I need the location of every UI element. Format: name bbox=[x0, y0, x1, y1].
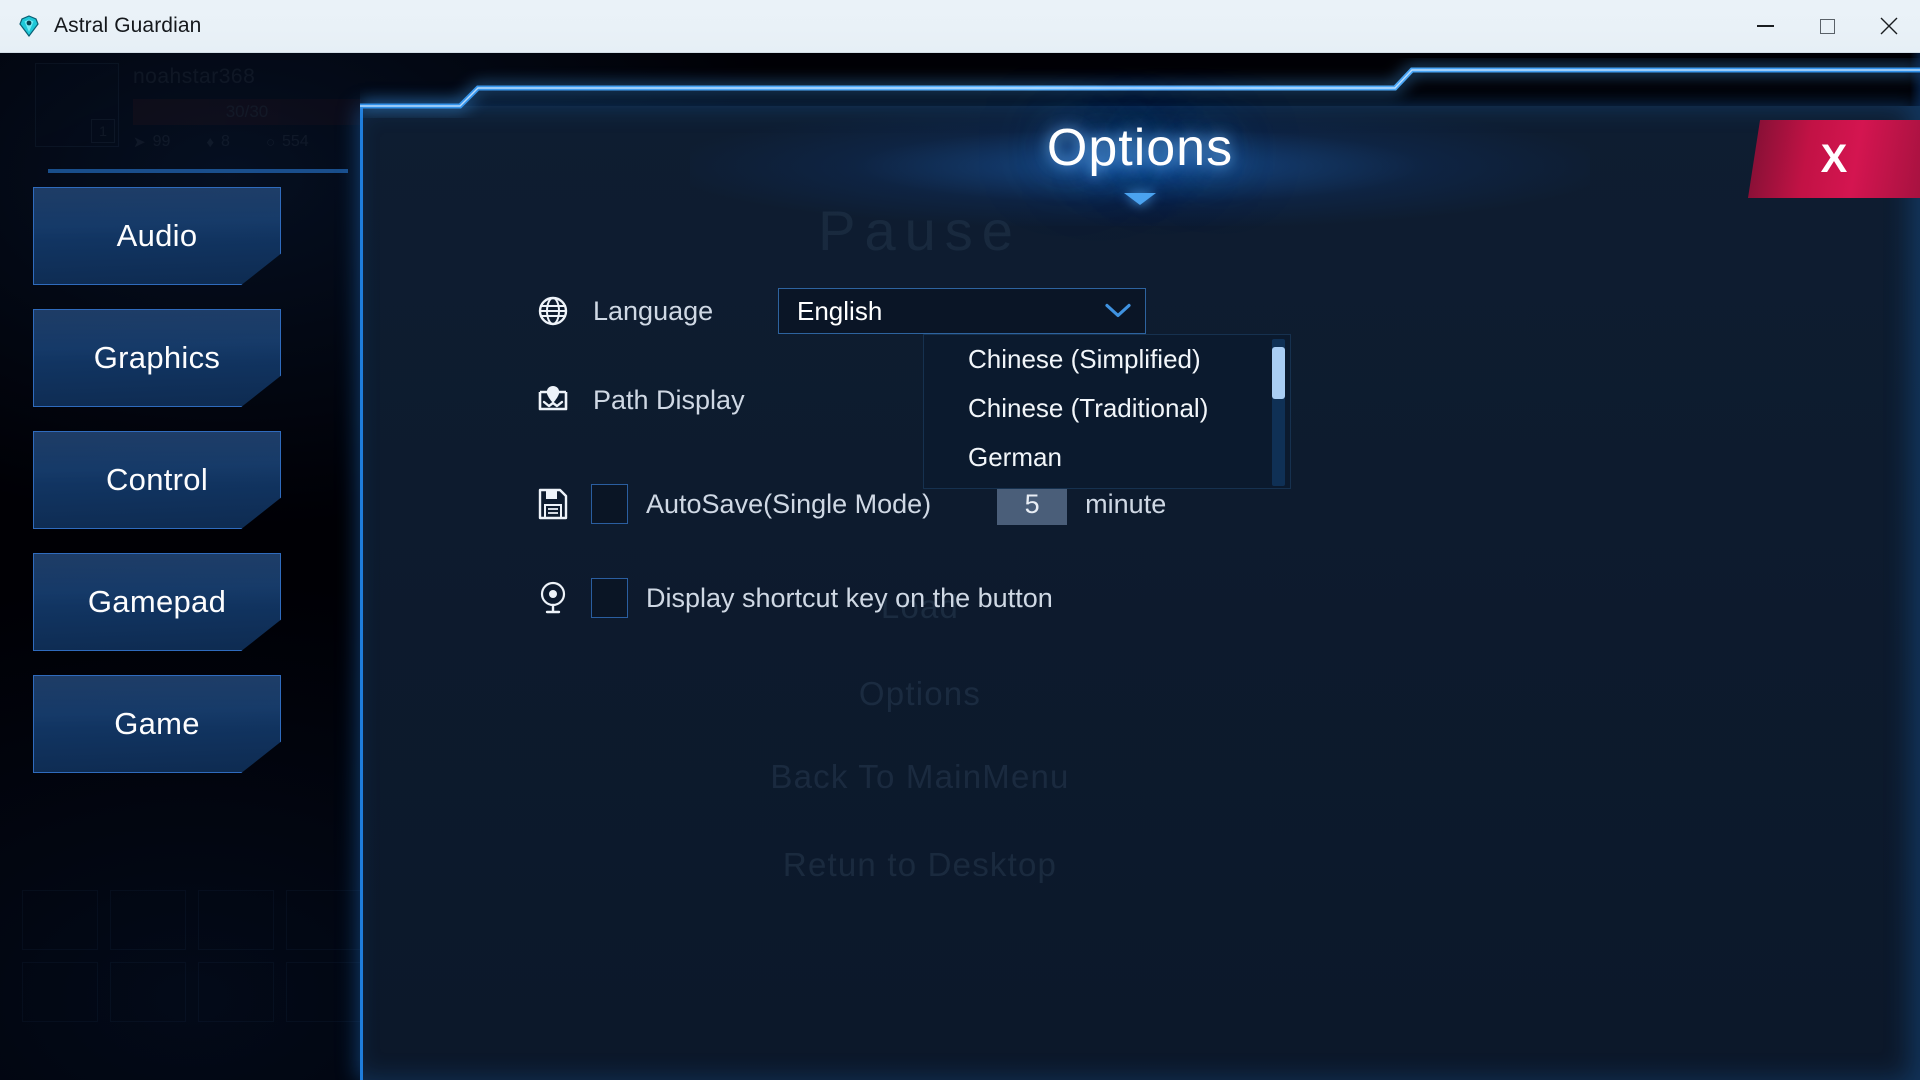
sidebar-item-game[interactable]: Game bbox=[33, 675, 281, 773]
autosave-checkbox[interactable] bbox=[591, 484, 628, 524]
hud-slot bbox=[22, 890, 98, 950]
speed-icon: ➤ bbox=[133, 134, 146, 151]
minimize-icon bbox=[1756, 25, 1774, 27]
floppy-save-icon bbox=[535, 486, 571, 522]
setting-row-path-display: Path Display bbox=[535, 382, 745, 418]
app-icon bbox=[16, 13, 42, 39]
autosave-interval-value: 5 bbox=[1024, 488, 1040, 519]
player-name: noahstar368 bbox=[133, 65, 256, 88]
player-level: 1 bbox=[91, 119, 115, 143]
hud-slot bbox=[198, 890, 274, 950]
window-title: Astral Guardian bbox=[54, 14, 202, 37]
maximize-button[interactable] bbox=[1796, 0, 1858, 52]
autosave-interval-stepper[interactable]: 5 bbox=[997, 483, 1068, 525]
window-titlebar: Astral Guardian bbox=[0, 0, 1920, 53]
minimize-button[interactable] bbox=[1734, 0, 1796, 52]
health-bar: 30/30 bbox=[133, 99, 361, 125]
sidebar-item-label: Gamepad bbox=[87, 584, 227, 619]
stat-coin-value: 554 bbox=[282, 133, 309, 150]
sidebar-item-gamepad[interactable]: Gamepad bbox=[33, 553, 281, 651]
options-form: Language English Path Display AutoSave(S… bbox=[360, 58, 1920, 1080]
stat-armor: ♦ 8 bbox=[206, 133, 230, 151]
setting-row-language: Language English bbox=[535, 288, 1146, 334]
autosave-interval-unit: minute bbox=[1085, 488, 1167, 519]
hud-divider bbox=[48, 169, 348, 173]
sidebar-item-label: Game bbox=[114, 706, 200, 741]
hud-inventory bbox=[10, 880, 370, 1080]
globe-icon bbox=[535, 293, 571, 329]
screen-root: Astral Guardian 1 noahstar368 30/30 ➤ 99 bbox=[0, 0, 1920, 1080]
hud-slot bbox=[286, 962, 362, 1022]
dropdown-scrollbar-thumb[interactable] bbox=[1272, 347, 1285, 399]
hud-slot bbox=[110, 890, 186, 950]
chevron-down-icon bbox=[1105, 303, 1131, 318]
language-select[interactable]: English bbox=[778, 288, 1146, 334]
options-dialog: Pause Load Options Back To MainMenu Retu… bbox=[360, 58, 1920, 1080]
stat-coin: ○ 554 bbox=[266, 133, 309, 151]
language-option-chinese-traditional[interactable]: Chinese (Traditional) bbox=[924, 384, 1290, 433]
sidebar-item-audio[interactable]: Audio bbox=[33, 187, 281, 285]
setting-row-shortcut-key: Display shortcut key on the button bbox=[535, 578, 1053, 618]
player-stats: ➤ 99 ♦ 8 ○ 554 bbox=[133, 133, 373, 151]
coin-icon: ○ bbox=[265, 133, 275, 151]
sidebar-item-label: Control bbox=[105, 462, 209, 497]
sidebar-item-label: Graphics bbox=[93, 340, 221, 375]
path-display-label: Path Display bbox=[593, 384, 745, 415]
sidebar-item-label: Audio bbox=[116, 218, 198, 253]
language-selected-value: English bbox=[797, 295, 883, 326]
key-indicator-icon bbox=[535, 580, 571, 616]
sidebar-item-control[interactable]: Control bbox=[33, 431, 281, 529]
hud-slot bbox=[286, 890, 362, 950]
language-option-chinese-simplified[interactable]: Chinese (Simplified) bbox=[924, 335, 1290, 384]
language-dropdown-list[interactable]: Chinese (Simplified) Chinese (Traditiona… bbox=[923, 334, 1291, 489]
shortcut-key-checkbox[interactable] bbox=[591, 578, 628, 618]
player-hud: 1 noahstar368 30/30 ➤ 99 ♦ 8 ○ 554 bbox=[35, 63, 365, 158]
hud-slot bbox=[198, 962, 274, 1022]
language-label: Language bbox=[593, 295, 714, 326]
map-pin-icon bbox=[535, 382, 571, 418]
hud-slot bbox=[110, 962, 186, 1022]
close-window-button[interactable] bbox=[1858, 0, 1920, 52]
maximize-icon bbox=[1819, 18, 1835, 34]
options-sidebar: Audio Graphics Control Gamepad Game bbox=[33, 187, 281, 797]
autosave-label: AutoSave(Single Mode) bbox=[646, 488, 932, 519]
shortcut-key-label: Display shortcut key on the button bbox=[646, 582, 1053, 613]
sidebar-item-graphics[interactable]: Graphics bbox=[33, 309, 281, 407]
language-option-german[interactable]: German bbox=[924, 433, 1290, 482]
stat-speed: ➤ 99 bbox=[133, 133, 170, 151]
setting-row-autosave: AutoSave(Single Mode) 5 minute bbox=[535, 483, 1166, 525]
stat-speed-value: 99 bbox=[152, 133, 171, 150]
close-icon bbox=[1880, 17, 1898, 35]
armor-icon: ♦ bbox=[206, 133, 215, 151]
stat-armor-value: 8 bbox=[221, 133, 230, 150]
hud-slot bbox=[22, 962, 98, 1022]
